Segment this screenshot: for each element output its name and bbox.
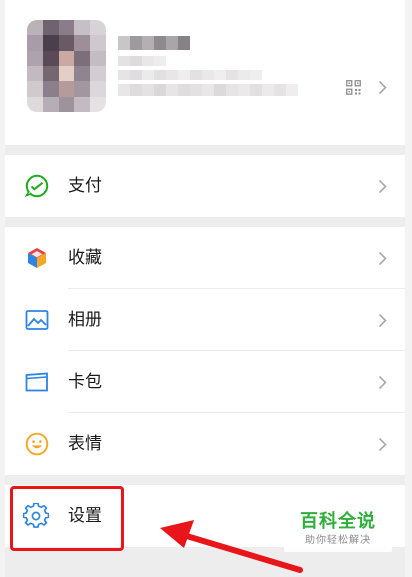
pay-group: 支付 [5, 155, 405, 217]
profile-card[interactable] [5, 0, 405, 145]
chevron-right-icon [378, 80, 387, 95]
menu-item-label: 卡包 [68, 372, 102, 392]
wallet-icon [25, 174, 49, 198]
chevron-right-icon [378, 251, 387, 266]
menu-item-label: 相册 [68, 310, 102, 330]
avatar [27, 20, 106, 112]
right-edge [405, 0, 412, 577]
menu-item-label: 收藏 [68, 248, 102, 268]
card-wallet-icon [25, 372, 48, 392]
chevron-right-icon [378, 313, 387, 328]
watermark-subtitle: 助你轻松解决 [305, 535, 371, 546]
menu-item-favorites[interactable]: 收藏 [5, 227, 405, 289]
photo-album-icon [25, 310, 49, 330]
highlight-box [10, 486, 124, 551]
qr-code-icon[interactable] [346, 80, 361, 95]
chevron-right-icon [378, 179, 387, 194]
watermark: 百科全说 助你轻松解决 [284, 508, 392, 552]
sticker-smile-icon [25, 432, 49, 456]
profile-name-blurred [118, 36, 190, 50]
menu-item-label: 表情 [68, 434, 102, 454]
favorites-cube-icon [28, 248, 46, 268]
menu-item-pay[interactable]: 支付 [5, 155, 405, 217]
profile-id-blurred [118, 56, 166, 66]
menu-item-album[interactable]: 相册 [5, 289, 405, 351]
menu-item-stickers[interactable]: 表情 [5, 413, 405, 475]
chevron-right-icon [378, 375, 387, 390]
main-menu-group: 收藏 相册 卡包 表情 [5, 227, 405, 475]
profile-status-blurred [118, 70, 262, 80]
profile-detail-blurred [118, 84, 298, 96]
menu-item-label: 支付 [68, 176, 102, 196]
chevron-right-icon [378, 437, 387, 452]
menu-item-cards[interactable]: 卡包 [5, 351, 405, 413]
watermark-title: 百科全说 [300, 511, 376, 532]
